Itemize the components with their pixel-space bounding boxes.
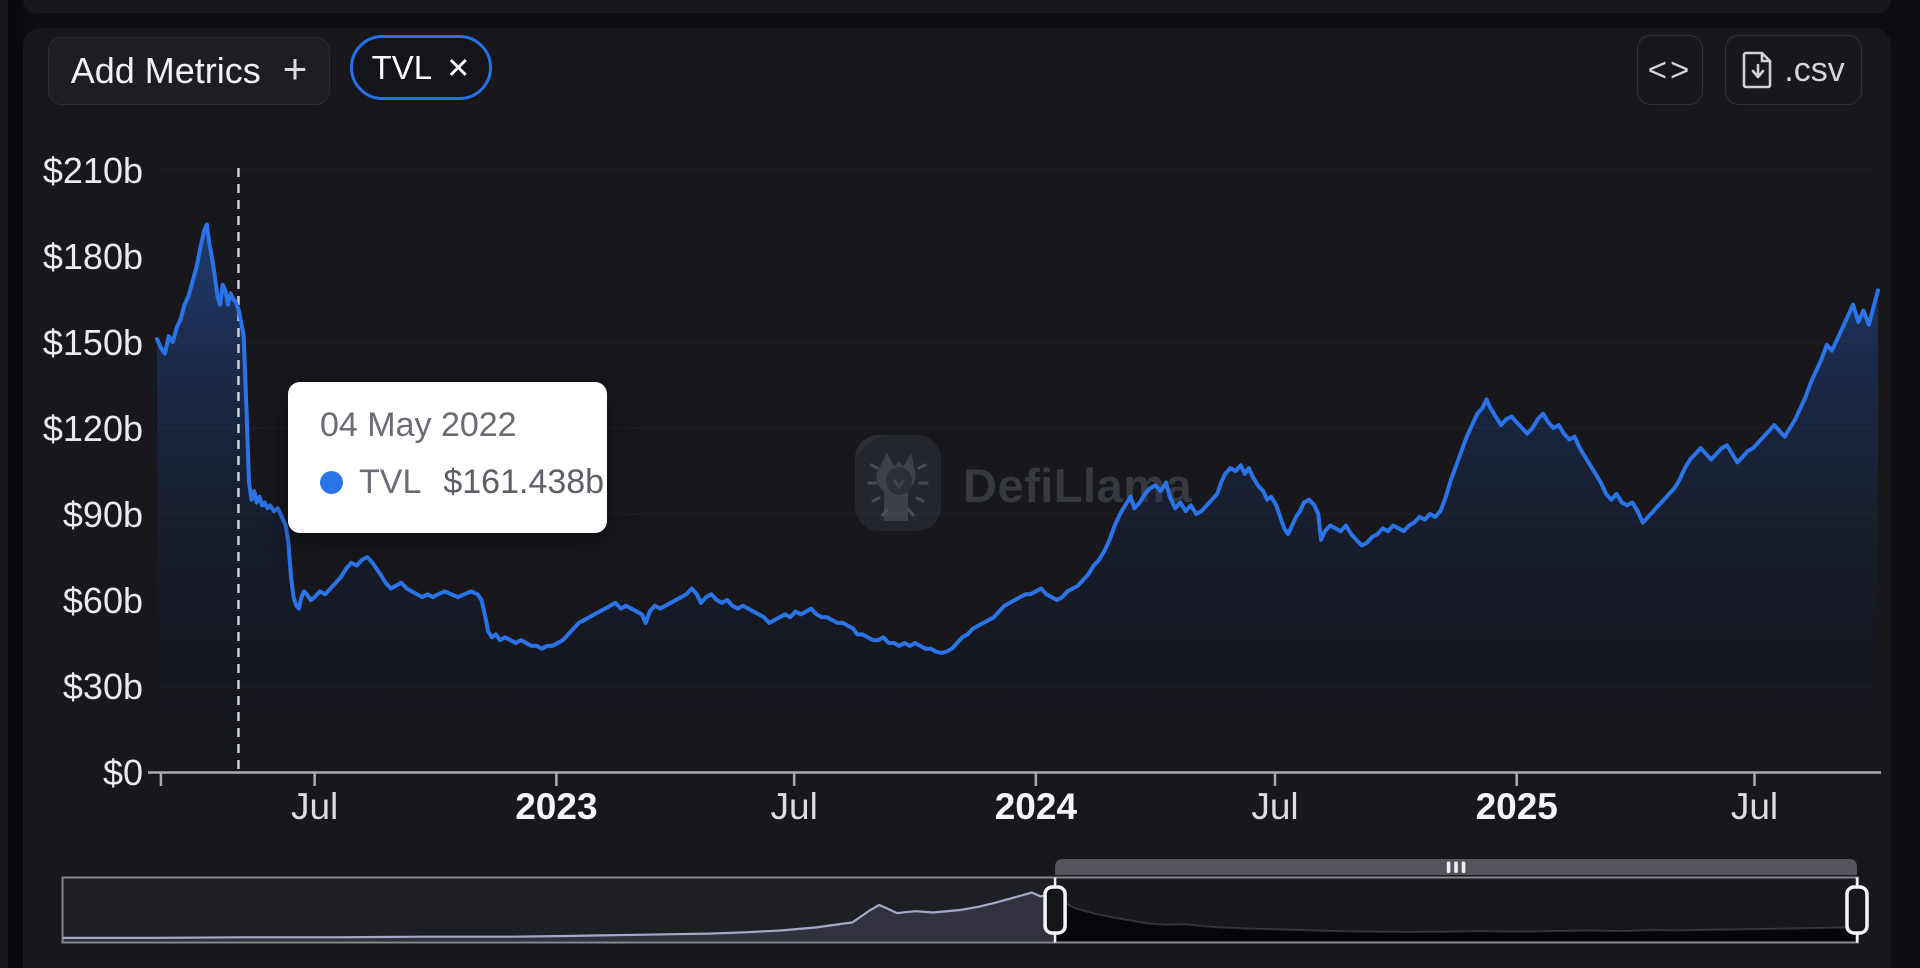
tooltip-date: 04 May 2022: [320, 406, 517, 444]
embed-code-button[interactable]: <>: [1637, 35, 1703, 105]
grip-dots-icon: [1446, 861, 1451, 873]
add-metrics-label: Add Metrics: [70, 50, 261, 91]
y-tick-label: $120b: [43, 408, 143, 449]
x-tick-label: Jul: [291, 786, 338, 827]
page: Add Metrics + TVL ✕ <> .csv DefiLlama Ju…: [0, 0, 1920, 968]
x-tick-label: 2025: [1476, 786, 1558, 827]
file-download-icon: [1742, 51, 1774, 89]
close-icon[interactable]: ✕: [446, 51, 470, 86]
y-tick-label: $90b: [63, 494, 143, 535]
x-tick-label: 2024: [995, 786, 1078, 827]
csv-button-label: .csv: [1784, 50, 1845, 89]
brush-handle-right[interactable]: [1845, 885, 1869, 935]
tooltip-row: TVL $161.438b: [320, 463, 607, 502]
download-csv-button[interactable]: .csv: [1725, 35, 1862, 105]
tooltip-series-dot: [320, 471, 343, 494]
chart-tooltip: 04 May 2022 TVL $161.438b: [288, 382, 607, 533]
y-tick-label: $30b: [63, 666, 143, 707]
metric-pill-tvl[interactable]: TVL ✕: [350, 35, 492, 100]
chart-header: Add Metrics + TVL ✕ <> .csv: [23, 28, 1891, 118]
navigator-series-selected: [1055, 897, 1857, 941]
tooltip-value: $161.438b: [443, 463, 605, 501]
chart-panel: Add Metrics + TVL ✕ <> .csv DefiLlama Ju…: [23, 28, 1891, 968]
section-divider: [23, 0, 1891, 13]
y-tick-label: $210b: [43, 150, 143, 191]
code-icon: <>: [1647, 51, 1693, 88]
x-tick-label: Jul: [1731, 786, 1778, 827]
plus-icon: +: [282, 45, 308, 92]
brush-handle-left[interactable]: [1043, 885, 1067, 935]
metric-pill-label: TVL: [371, 48, 433, 86]
x-tick-label: 2023: [515, 786, 597, 827]
tooltip-series-name: TVL: [359, 463, 422, 501]
left-edge-strip: [0, 0, 8, 968]
y-tick-label: $60b: [63, 580, 143, 621]
add-metrics-button[interactable]: Add Metrics +: [48, 37, 330, 105]
y-tick-label: $180b: [43, 236, 143, 277]
y-tick-label: $150b: [43, 322, 143, 363]
grip-dots-icon: [1461, 861, 1466, 873]
x-tick-label: Jul: [1251, 786, 1298, 827]
left-gutter: [8, 0, 23, 968]
x-tick-label: Jul: [771, 786, 818, 827]
y-tick-label: $0: [103, 752, 143, 793]
grip-dots-icon: [1454, 861, 1458, 873]
